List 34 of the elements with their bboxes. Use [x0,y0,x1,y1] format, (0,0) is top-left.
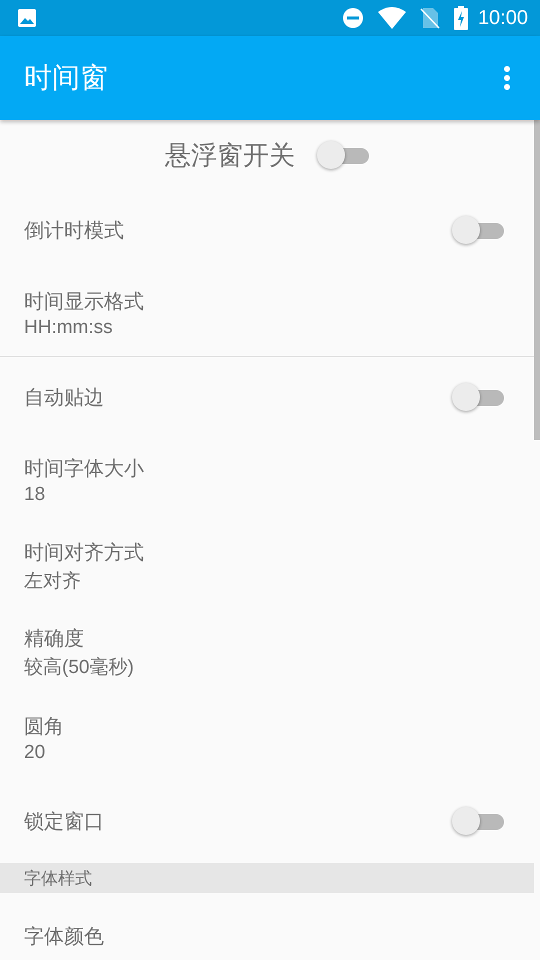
setting-title: 锁定窗口 [24,808,104,834]
status-time: 10:00 [478,6,528,30]
setting-title: 时间对齐方式 [24,538,145,566]
toggle-switch[interactable] [452,807,504,835]
setting-title: 时间显示格式 [24,288,145,314]
setting-value: 18 [24,484,46,506]
toggle-switch[interactable] [452,216,504,244]
setting-item[interactable]: 精确度 较高(50毫秒) [0,609,534,695]
setting-value: HH:mm:ss [24,316,114,338]
setting-title: 精确度 [24,624,85,652]
setting-title: 倒计时模式 [24,216,124,244]
setting-title: 圆角 [24,712,65,740]
do-not-disturb-icon [342,7,364,29]
more-menu-icon[interactable] [503,65,511,91]
master-switch-label: 悬浮窗开关 [165,140,295,172]
battery-charging-icon [454,6,468,30]
setting-value: 左对齐 [24,570,82,594]
app-title: 时间窗 [24,60,108,96]
section-header: 字体样式 [0,863,534,893]
wifi-icon [378,7,406,29]
no-sim-icon [420,7,440,29]
setting-item[interactable]: 字体颜色 [0,893,534,960]
setting-value: 20 [24,742,46,764]
setting-value: 较高(50毫秒) [24,656,135,680]
setting-item[interactable]: 时间显示格式 HH:mm:ss [0,270,534,357]
toggle-switch[interactable] [452,383,504,411]
setting-title: 时间字体大小 [24,454,145,482]
setting-item[interactable]: 圆角 20 [0,695,534,781]
toggle-switch[interactable] [317,141,369,169]
setting-title: 字体颜色 [24,922,105,950]
setting-title: 自动贴边 [24,384,104,410]
setting-item[interactable]: 时间对齐方式 左对齐 [0,523,534,609]
image-icon [17,8,37,28]
setting-item[interactable]: 时间字体大小 18 [0,437,534,523]
